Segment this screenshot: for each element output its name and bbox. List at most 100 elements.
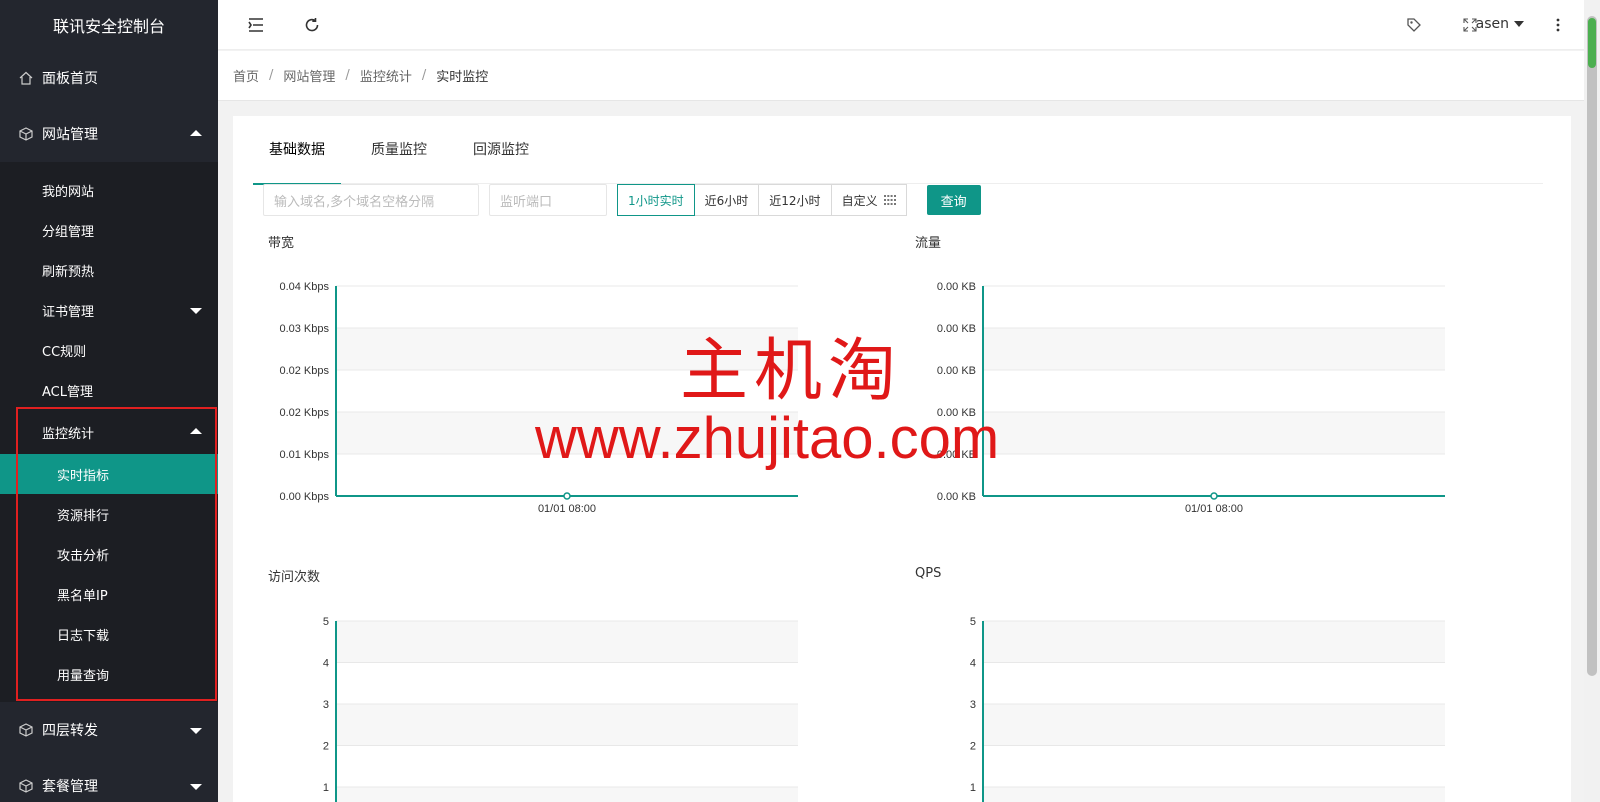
y-tick-label: 2 xyxy=(970,741,976,753)
sidebar-item-logs[interactable]: 日志下载 xyxy=(0,614,218,654)
home-icon xyxy=(18,70,34,86)
sidebar-item-my-sites[interactable]: 我的网站 xyxy=(0,170,218,210)
grid-band xyxy=(983,286,1445,328)
y-tick-label: 4 xyxy=(970,658,976,670)
caret-up-icon xyxy=(190,130,202,136)
caret-down-icon xyxy=(190,728,202,734)
sidebar-item-plans[interactable]: 套餐管理 xyxy=(0,758,218,802)
sidebar-item-ranking[interactable]: 资源排行 xyxy=(0,494,218,534)
qps-chart: 1 2 3 4 5 xyxy=(970,616,1445,802)
sidebar-item-acl[interactable]: ACL管理 xyxy=(0,370,218,410)
sidebar-item-usage[interactable]: 用量查询 xyxy=(0,654,218,694)
refresh-icon[interactable] xyxy=(302,15,322,35)
tab-quality[interactable]: 质量监控 xyxy=(355,134,443,184)
grid-band xyxy=(983,328,1445,370)
y-tick-label: 3 xyxy=(970,699,976,711)
sidebar-item-monitor[interactable]: 监控统计 xyxy=(0,410,218,454)
data-point xyxy=(1210,492,1218,500)
sidebar-item-website[interactable]: 网站管理 xyxy=(0,106,218,162)
breadcrumb-current: 实时监控 xyxy=(436,70,489,85)
sidebar-item-realtime[interactable]: 实时指标 xyxy=(0,454,218,494)
sidebar-item-groups[interactable]: 分组管理 xyxy=(0,210,218,250)
sidebar-item-label: 分组管理 xyxy=(42,224,95,240)
sidebar-item-cc-rules[interactable]: CC规则 xyxy=(0,330,218,370)
sidebar-item-label: 网站管理 xyxy=(42,127,98,143)
time-range-group: 1小时实时 近6小时 近12小时 自定义 xyxy=(617,184,907,216)
tab-origin[interactable]: 回源监控 xyxy=(457,134,545,184)
y-tick-label: 0.00 KB xyxy=(937,281,976,293)
breadcrumb-home[interactable]: 首页 xyxy=(233,66,259,85)
caret-down-icon xyxy=(190,308,202,314)
grid-band xyxy=(336,454,798,496)
sidebar-item-label: 四层转发 xyxy=(42,723,98,739)
user-menu[interactable]: asen xyxy=(1476,16,1524,32)
chart-title-traffic: 流量 xyxy=(915,236,942,251)
menu-collapse-icon[interactable] xyxy=(246,15,266,35)
range-custom-button[interactable]: 自定义 xyxy=(831,184,907,216)
y-tick-label: 0.03 Kbps xyxy=(279,323,329,335)
grid-band xyxy=(983,621,1445,663)
cube-icon xyxy=(18,722,34,738)
sidebar-item-blacklist[interactable]: 黑名单IP xyxy=(0,574,218,614)
tab-bar: 基础数据 质量监控 回源监控 xyxy=(253,134,1543,185)
range-1h-button[interactable]: 1小时实时 xyxy=(617,184,695,216)
sidebar-item-certs[interactable]: 证书管理 xyxy=(0,290,218,330)
sidebar-item-label: 实时指标 xyxy=(57,468,110,484)
data-point xyxy=(563,492,571,500)
y-tick-label: 0.00 KB xyxy=(937,449,976,461)
sidebar-item-refresh[interactable]: 刷新预热 xyxy=(0,250,218,290)
y-tick-label: 2 xyxy=(323,741,329,753)
main-card: 基础数据 质量监控 回源监控 输入域名,多个域名空格分隔 监听端口 1小时实时 … xyxy=(233,116,1571,802)
breadcrumb-separator: / xyxy=(345,68,350,83)
website-submenu: 我的网站 分组管理 刷新预热 证书管理 CC规则 ACL管理 监控统计 实时指标… xyxy=(0,162,218,702)
grid-band xyxy=(983,370,1445,412)
grid-band xyxy=(336,787,798,802)
tab-basic[interactable]: 基础数据 xyxy=(253,134,341,185)
port-input[interactable]: 监听端口 xyxy=(489,184,607,216)
username: asen xyxy=(1475,16,1509,32)
breadcrumb-separator: / xyxy=(269,68,274,83)
grid-band xyxy=(983,412,1445,454)
breadcrumb: 首页 / 网站管理 / 监控统计 / 实时监控 xyxy=(218,51,1584,101)
domain-input[interactable]: 输入域名,多个域名空格分隔 xyxy=(263,184,479,216)
range-custom-label: 自定义 xyxy=(841,193,878,208)
cube-icon xyxy=(18,126,34,142)
grid-band xyxy=(983,454,1445,496)
y-tick-label: 5 xyxy=(323,616,329,628)
sidebar: 联讯安全控制台 面板首页 网站管理 我的网站 分组管理 刷新预热 证书管理 CC… xyxy=(0,0,218,802)
grid-band xyxy=(983,704,1445,746)
range-12h-button[interactable]: 近12小时 xyxy=(759,184,832,216)
sidebar-item-home[interactable]: 面板首页 xyxy=(0,50,218,106)
x-tick-label: 01/01 08:00 xyxy=(1185,503,1243,515)
sidebar-item-label: 监控统计 xyxy=(42,426,95,442)
top-bar: asen xyxy=(218,0,1584,50)
y-tick-label: 5 xyxy=(970,616,976,628)
sidebar-item-label: 用量查询 xyxy=(57,668,110,684)
scrollbar-thumb-accent xyxy=(1588,18,1596,68)
page-scrollbar[interactable] xyxy=(1584,0,1600,802)
app-title: 联讯安全控制台 xyxy=(0,0,218,50)
breadcrumb-monitor[interactable]: 监控统计 xyxy=(360,66,412,85)
more-vertical-icon[interactable] xyxy=(1548,15,1568,35)
breadcrumb-website[interactable]: 网站管理 xyxy=(283,66,335,85)
tag-icon[interactable] xyxy=(1404,15,1424,35)
sidebar-item-label: 黑名单IP xyxy=(57,588,108,604)
range-6h-button[interactable]: 近6小时 xyxy=(694,184,760,216)
y-tick-label: 3 xyxy=(323,699,329,711)
chevron-down-icon xyxy=(1514,21,1524,27)
grid-band xyxy=(336,704,798,746)
sidebar-item-label: CC规则 xyxy=(42,344,87,360)
sidebar-item-l4[interactable]: 四层转发 xyxy=(0,702,218,758)
sidebar-item-attack[interactable]: 攻击分析 xyxy=(0,534,218,574)
y-tick-label: 1 xyxy=(323,782,329,794)
scrollbar-thumb[interactable] xyxy=(1587,16,1597,676)
y-tick-label: 0.00 KB xyxy=(937,365,976,377)
query-button[interactable]: 查询 xyxy=(926,185,981,215)
chart-title-bandwidth: 带宽 xyxy=(268,236,295,251)
grid-band xyxy=(336,412,798,454)
y-tick-label: 1 xyxy=(970,782,976,794)
grid-band xyxy=(336,621,798,663)
grid-band xyxy=(336,745,798,787)
sidebar-item-label: 证书管理 xyxy=(42,304,95,320)
y-tick-label: 0.02 Kbps xyxy=(279,365,329,377)
